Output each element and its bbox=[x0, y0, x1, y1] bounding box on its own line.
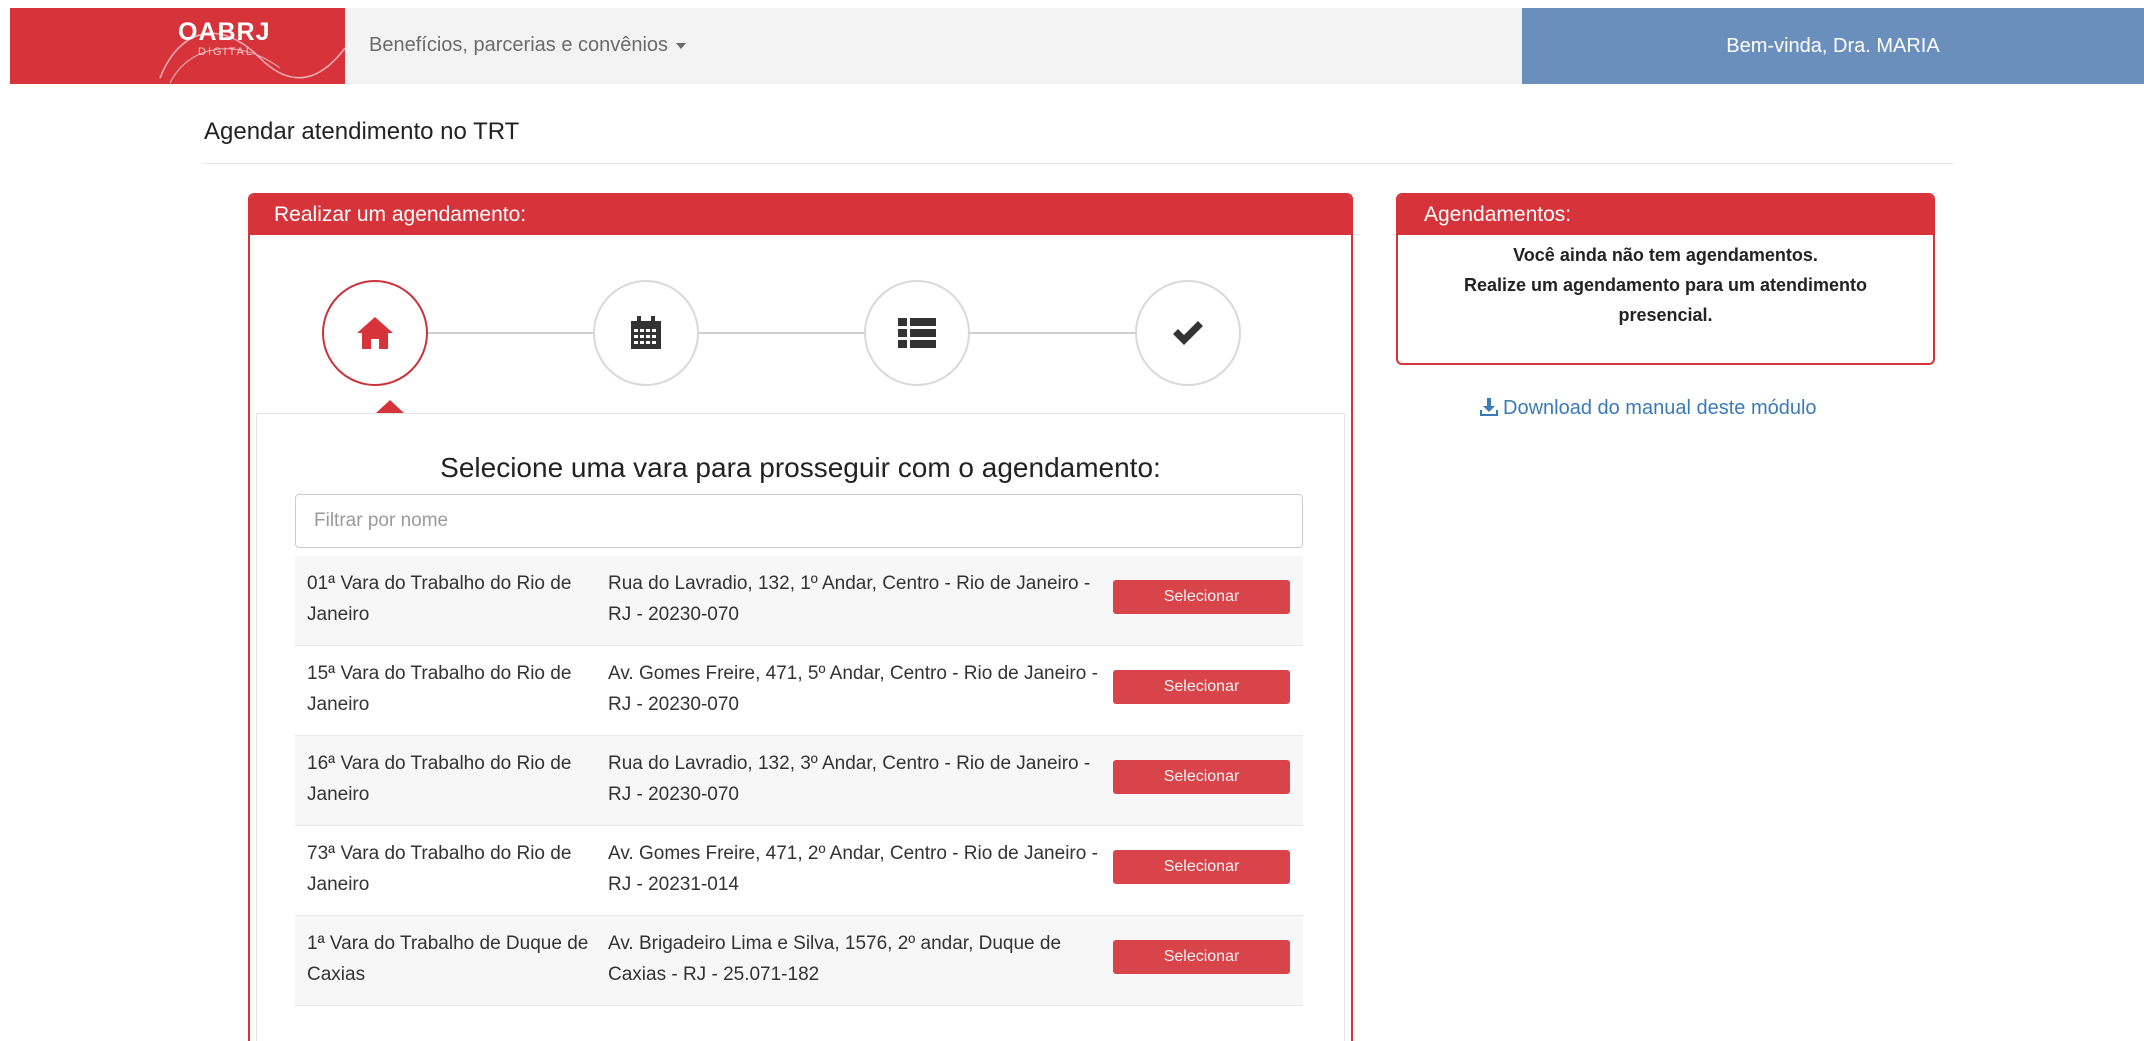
court-name: 01ª Vara do Trabalho do Rio de Janeiro bbox=[307, 573, 572, 625]
empty-message-line: Realize um agendamento para um atendimen… bbox=[1463, 275, 1868, 295]
court-address: Av. Gomes Freire, 471, 2º Andar, Centro … bbox=[608, 843, 1098, 895]
empty-message-line: Você ainda não tem agendamentos. bbox=[1513, 245, 1818, 265]
page-title: Agendar atendimento no TRT bbox=[204, 118, 520, 145]
title-divider bbox=[204, 163, 1954, 164]
court-selection-box: Selecione uma vara para prosseguir com o… bbox=[256, 413, 1345, 1041]
welcome-label: Bem-vinda, Dra. MARIA bbox=[1726, 34, 1940, 57]
appointments-panel-heading: Agendamentos: bbox=[1398, 195, 1933, 235]
select-button[interactable]: Selecionar bbox=[1113, 850, 1290, 884]
court-address: Av. Gomes Freire, 471, 5º Andar, Centro … bbox=[608, 663, 1098, 715]
court-name: 1ª Vara do Trabalho de Duque de Caxias bbox=[307, 933, 589, 985]
step-indicator bbox=[250, 195, 1351, 413]
scheduling-panel: Realizar um agendamento: Selecione uma v… bbox=[248, 193, 1353, 1041]
court-selection-prompt: Selecione uma vara para prosseguir com o… bbox=[440, 452, 1161, 483]
brand-logo[interactable]: OABRJ DIGITAL bbox=[10, 8, 345, 84]
caret-down-icon bbox=[676, 42, 687, 49]
appointments-panel: Agendamentos: Você ainda não tem agendam… bbox=[1396, 193, 1935, 365]
table-row: 16ª Vara do Trabalho do Rio de Janeiro R… bbox=[295, 736, 1303, 826]
select-button[interactable]: Selecionar bbox=[1113, 670, 1290, 704]
download-manual-link[interactable]: Download do manual deste módulo bbox=[1479, 397, 1817, 420]
court-name: 16ª Vara do Trabalho do Rio de Janeiro bbox=[307, 753, 572, 805]
court-address: Rua do Lavradio, 132, 3º Andar, Centro -… bbox=[608, 753, 1091, 805]
brand-text: OABRJ bbox=[178, 18, 271, 46]
checkmark-icon bbox=[1173, 321, 1203, 345]
table-row-partial bbox=[295, 1006, 1303, 1041]
table-row: 01ª Vara do Trabalho do Rio de Janeiro R… bbox=[295, 556, 1303, 646]
select-button[interactable]: Selecionar bbox=[1113, 940, 1290, 974]
user-welcome-menu[interactable]: Bem-vinda, Dra. MARIA bbox=[1522, 8, 2144, 84]
step-calendar[interactable] bbox=[593, 280, 699, 386]
court-name: 15ª Vara do Trabalho do Rio de Janeiro bbox=[307, 663, 572, 715]
step-confirm[interactable] bbox=[1135, 280, 1241, 386]
court-name: 73ª Vara do Trabalho do Rio de Janeiro bbox=[307, 843, 572, 895]
download-icon bbox=[1480, 398, 1498, 416]
list-icon bbox=[898, 318, 936, 348]
step-list[interactable] bbox=[864, 280, 970, 386]
table-row: 73ª Vara do Trabalho do Rio de Janeiro A… bbox=[295, 826, 1303, 916]
table-row: 1ª Vara do Trabalho de Duque de Caxias A… bbox=[295, 916, 1303, 1006]
court-address: Av. Brigadeiro Lima e Silva, 1576, 2º an… bbox=[608, 933, 1062, 985]
court-list: 01ª Vara do Trabalho do Rio de Janeiro R… bbox=[295, 556, 1303, 1041]
home-icon bbox=[357, 317, 393, 349]
select-button[interactable]: Selecionar bbox=[1113, 760, 1290, 794]
select-button[interactable]: Selecionar bbox=[1113, 580, 1290, 614]
download-manual-label: Download do manual deste módulo bbox=[1503, 397, 1817, 419]
active-step-pointer bbox=[376, 400, 404, 413]
benefits-dropdown[interactable]: Benefícios, parcerias e convênios bbox=[369, 34, 687, 57]
empty-message-line: presencial. bbox=[1618, 305, 1713, 325]
appointments-empty-message: Você ainda não tem agendamentos. Realize… bbox=[1398, 235, 1933, 330]
step-connector bbox=[375, 332, 1175, 334]
benefits-dropdown-label: Benefícios, parcerias e convênios bbox=[369, 34, 669, 56]
court-address: Rua do Lavradio, 132, 1º Andar, Centro -… bbox=[608, 573, 1091, 625]
calendar-icon bbox=[631, 316, 661, 349]
top-navbar: OABRJ DIGITAL Benefícios, parcerias e co… bbox=[10, 8, 2144, 84]
filter-input[interactable] bbox=[295, 494, 1303, 548]
table-row: 15ª Vara do Trabalho do Rio de Janeiro A… bbox=[295, 646, 1303, 736]
brand-subtext: DIGITAL bbox=[198, 46, 254, 58]
step-home[interactable] bbox=[322, 280, 428, 386]
